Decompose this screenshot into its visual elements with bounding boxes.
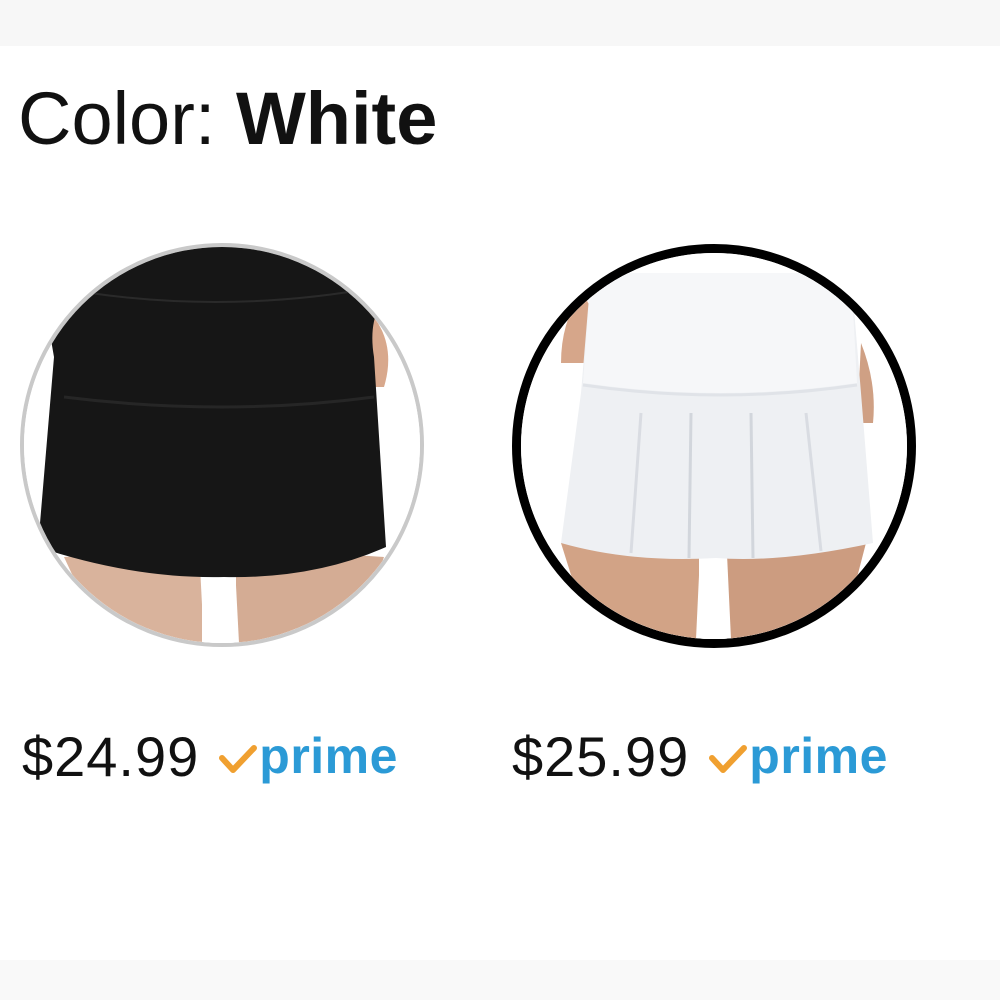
prime-badge: prime bbox=[219, 727, 398, 785]
color-variant-selector: Color: White $24.99 prime $25.99 prime bbox=[0, 0, 1000, 1000]
selected-color-value: White bbox=[235, 77, 438, 160]
checkmark-icon bbox=[219, 745, 258, 773]
swatch-black[interactable] bbox=[20, 243, 424, 647]
variant-price-black: $24.99 prime bbox=[22, 716, 398, 796]
color-label: Color: bbox=[18, 77, 236, 160]
swatch-white[interactable] bbox=[512, 244, 916, 648]
skirt-black-image bbox=[24, 247, 420, 643]
price-label: $25.99 bbox=[512, 724, 690, 788]
prime-logo-text: prime bbox=[259, 728, 398, 784]
bottom-divider bbox=[0, 960, 1000, 1000]
skirt-white-image bbox=[521, 253, 907, 639]
top-divider bbox=[0, 0, 1000, 46]
prime-logo-text: prime bbox=[749, 728, 888, 784]
color-heading: Color: White bbox=[18, 74, 437, 164]
prime-badge: prime bbox=[709, 727, 888, 785]
price-label: $24.99 bbox=[22, 724, 200, 788]
checkmark-icon bbox=[709, 745, 748, 773]
variant-price-white: $25.99 prime bbox=[512, 716, 888, 796]
